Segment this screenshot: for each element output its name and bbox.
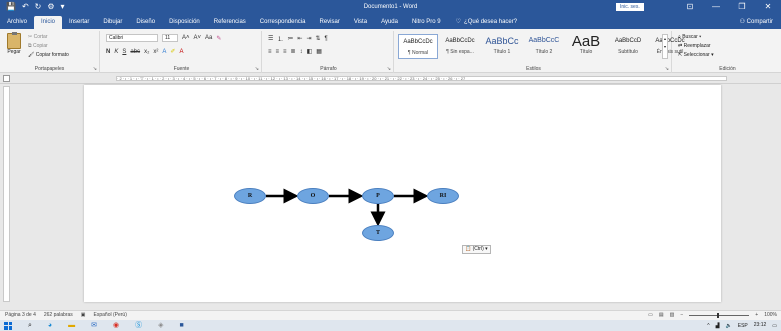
edge-icon[interactable]: ◕ — [48, 320, 52, 331]
notifications-icon[interactable]: ▭ — [772, 323, 777, 329]
zoom-level[interactable]: 100% — [764, 311, 777, 320]
network-icon[interactable]: ▟ — [716, 323, 720, 329]
word-count[interactable]: 262 palabras — [44, 311, 73, 320]
zoom-thumb[interactable] — [717, 313, 720, 318]
diagram-node-p[interactable]: P — [362, 188, 394, 204]
skype-icon[interactable]: Ⓢ — [135, 320, 142, 331]
web-layout-icon[interactable]: ▥ — [670, 311, 675, 320]
volume-icon[interactable]: 🔈 — [726, 323, 732, 329]
mail-icon[interactable]: ✉ — [91, 320, 97, 331]
language-indicator[interactable]: Español (Perú) — [94, 311, 127, 320]
clock[interactable]: 23:12 — [754, 323, 767, 328]
clipboard-icon: 📋 — [465, 246, 472, 252]
chrome-icon[interactable]: ◉ — [113, 320, 119, 331]
diagram-node-t[interactable]: T — [362, 225, 394, 241]
page-count[interactable]: Página 3 de 4 — [5, 311, 36, 320]
zoom-slider[interactable] — [689, 313, 750, 318]
diagram-node-ri[interactable]: RI — [427, 188, 459, 204]
diagram-node-o[interactable]: O — [297, 188, 329, 204]
zoom-out-button[interactable]: − — [680, 311, 683, 320]
diagram-arrows — [266, 188, 429, 227]
print-layout-icon[interactable]: ▤ — [659, 311, 664, 320]
windows-start-icon[interactable] — [4, 321, 12, 330]
word-icon[interactable]: ■ — [180, 320, 184, 331]
diagram-node-r[interactable]: R — [234, 188, 266, 204]
proofing-icon[interactable]: ▣ — [81, 311, 86, 320]
photos-icon[interactable]: ◈ — [158, 320, 163, 331]
input-language[interactable]: ESP — [738, 323, 748, 329]
focus-mode-icon[interactable]: ▭ — [648, 311, 653, 320]
paste-options-label: (Ctrl) ▾ — [472, 246, 488, 252]
search-icon[interactable]: ⌕ — [28, 320, 32, 331]
folder-icon[interactable]: ▬ — [68, 320, 75, 331]
chevron-up-icon[interactable]: ^ — [707, 323, 709, 329]
taskbar: ⌕ ◕ ▬ ✉ ◉ Ⓢ ◈ ■ ^ ▟ 🔈 ESP 23:12 ▭ — [0, 320, 781, 331]
zoom-in-button[interactable]: + — [755, 311, 758, 320]
paste-options-button[interactable]: 📋 (Ctrl) ▾ — [462, 245, 491, 254]
status-bar: Página 3 de 4 262 palabras ▣ Español (Pe… — [0, 310, 781, 320]
